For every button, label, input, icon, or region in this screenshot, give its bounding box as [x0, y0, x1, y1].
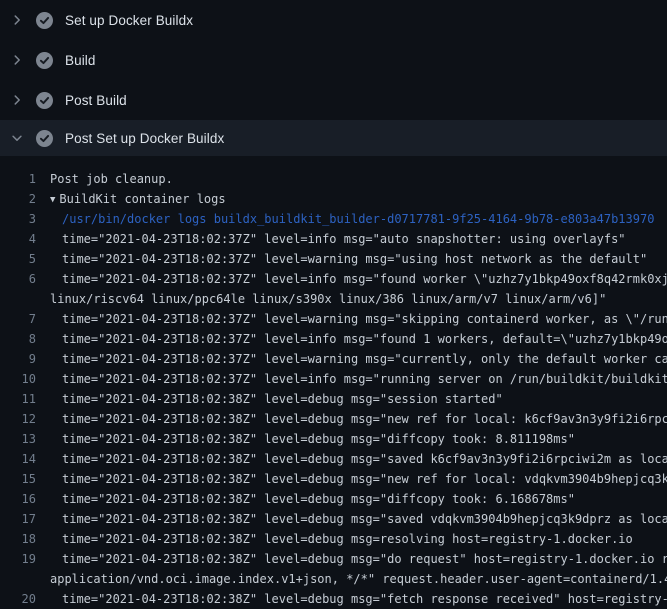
log-text: time="2021-04-23T18:02:38Z" level=debug …: [62, 449, 667, 469]
line-number[interactable]: 6: [0, 269, 36, 289]
line-number[interactable]: 5: [0, 249, 36, 269]
chevron-right-icon[interactable]: [9, 92, 25, 108]
log-line: 13 time="2021-04-23T18:02:38Z" level=debu…: [0, 429, 667, 449]
log-line: 19 time="2021-04-23T18:02:38Z" level=debu…: [0, 549, 667, 569]
step-title: Set up Docker Buildx: [65, 13, 193, 28]
chevron-down-icon[interactable]: [9, 130, 25, 146]
log-line: 11 time="2021-04-23T18:02:38Z" level=debu…: [0, 389, 667, 409]
log-line: 6 time="2021-04-23T18:02:37Z" level=info …: [0, 269, 667, 289]
group-title[interactable]: BuildKit container logs: [59, 192, 225, 206]
log-line: 7 time="2021-04-23T18:02:37Z" level=warni…: [0, 309, 667, 329]
log-text: time="2021-04-23T18:02:38Z" level=debug …: [62, 409, 667, 429]
log-line: application/vnd.oci.image.index.v1+json,…: [0, 569, 667, 589]
line-number[interactable]: 14: [0, 449, 36, 469]
log-text: time="2021-04-23T18:02:37Z" level=info m…: [62, 369, 667, 389]
check-circle-icon: [36, 52, 53, 69]
log-text: application/vnd.oci.image.index.v1+json,…: [50, 569, 667, 589]
log-text: time="2021-04-23T18:02:38Z" level=debug …: [62, 389, 503, 409]
log-line: 17 time="2021-04-23T18:02:38Z" level=debu…: [0, 509, 667, 529]
line-number: [0, 289, 36, 309]
log-text: time="2021-04-23T18:02:38Z" level=debug …: [62, 469, 667, 489]
line-number[interactable]: 8: [0, 329, 36, 349]
log-text: time="2021-04-23T18:02:37Z" level=info m…: [62, 229, 626, 249]
log-text: time="2021-04-23T18:02:38Z" level=debug …: [62, 429, 575, 449]
log-line: 10 time="2021-04-23T18:02:37Z" level=info…: [0, 369, 667, 389]
line-number[interactable]: 18: [0, 529, 36, 549]
log-text: linux/riscv64 linux/ppc64le linux/s390x …: [50, 289, 606, 309]
log-text: time="2021-04-23T18:02:38Z" level=debug …: [62, 509, 667, 529]
step-title: Post Build: [65, 93, 127, 108]
line-number[interactable]: 10: [0, 369, 36, 389]
step-header-build[interactable]: Build: [0, 40, 667, 80]
log-line: 1 Post job cleanup.: [0, 169, 667, 189]
log-line: 15 time="2021-04-23T18:02:38Z" level=debu…: [0, 469, 667, 489]
line-number[interactable]: 17: [0, 509, 36, 529]
log-text: time="2021-04-23T18:02:37Z" level=info m…: [62, 329, 667, 349]
line-number[interactable]: 15: [0, 469, 36, 489]
line-number[interactable]: 19: [0, 549, 36, 569]
line-number[interactable]: 3: [0, 209, 36, 229]
line-number[interactable]: 2: [0, 189, 36, 209]
step-header-set-up-docker-buildx[interactable]: Set up Docker Buildx: [0, 0, 667, 40]
line-number[interactable]: 12: [0, 409, 36, 429]
log-line: 9 time="2021-04-23T18:02:37Z" level=warni…: [0, 349, 667, 369]
log-line: 3/usr/bin/docker logs buildx_buildkit_bu…: [0, 209, 667, 229]
log-line: 18 time="2021-04-23T18:02:38Z" level=debu…: [0, 529, 667, 549]
log-text: time="2021-04-23T18:02:38Z" level=debug …: [62, 549, 667, 569]
log-text: Post job cleanup.: [50, 169, 173, 189]
log-text: ▼ BuildKit container logs: [50, 189, 226, 209]
log-line: 12 time="2021-04-23T18:02:38Z" level=debu…: [0, 409, 667, 429]
log-text: time="2021-04-23T18:02:37Z" level=info m…: [62, 269, 667, 289]
line-number[interactable]: 4: [0, 229, 36, 249]
line-number[interactable]: 13: [0, 429, 36, 449]
log-text: time="2021-04-23T18:02:37Z" level=warnin…: [62, 349, 667, 369]
log-line: 4 time="2021-04-23T18:02:37Z" level=info …: [0, 229, 667, 249]
log-text: time="2021-04-23T18:02:38Z" level=debug …: [62, 489, 575, 509]
step-title: Post Set up Docker Buildx: [65, 131, 224, 146]
check-circle-icon: [36, 130, 53, 147]
step-header-post-build[interactable]: Post Build: [0, 80, 667, 120]
step-header-post-set-up-docker-buildx[interactable]: Post Set up Docker Buildx: [0, 120, 667, 156]
log-line: 20 time="2021-04-23T18:02:38Z" level=debu…: [0, 589, 667, 609]
check-circle-icon: [36, 92, 53, 109]
step-title: Build: [65, 53, 96, 68]
log-line: 5 time="2021-04-23T18:02:37Z" level=warni…: [0, 249, 667, 269]
line-number[interactable]: 7: [0, 309, 36, 329]
log-line: 16 time="2021-04-23T18:02:38Z" level=debu…: [0, 489, 667, 509]
line-number[interactable]: 20: [0, 589, 36, 609]
chevron-right-icon[interactable]: [9, 12, 25, 28]
log-text: time="2021-04-23T18:02:37Z" level=warnin…: [62, 309, 667, 329]
line-number: [0, 569, 36, 589]
log-viewer: 1 Post job cleanup. 2 ▼ BuildKit container l…: [0, 156, 667, 609]
steps-list: Set up Docker Buildx Build Post Build Post …: [0, 0, 667, 156]
line-number[interactable]: 11: [0, 389, 36, 409]
log-line: linux/riscv64 linux/ppc64le linux/s390x …: [0, 289, 667, 309]
chevron-right-icon[interactable]: [9, 52, 25, 68]
log-text: time="2021-04-23T18:02:38Z" level=debug …: [62, 529, 633, 549]
log-command-text: /usr/bin/docker logs buildx_buildkit_bui…: [62, 209, 654, 229]
log-line: 14 time="2021-04-23T18:02:38Z" level=debu…: [0, 449, 667, 469]
log-text: time="2021-04-23T18:02:37Z" level=warnin…: [62, 249, 647, 269]
log-text: time="2021-04-23T18:02:38Z" level=debug …: [62, 589, 667, 609]
line-number[interactable]: 9: [0, 349, 36, 369]
log-line: 2 ▼ BuildKit container logs: [0, 189, 667, 209]
group-collapse-triangle-icon[interactable]: ▼: [50, 190, 55, 210]
log-line: 8 time="2021-04-23T18:02:37Z" level=info …: [0, 329, 667, 349]
check-circle-icon: [36, 12, 53, 29]
line-number[interactable]: 1: [0, 169, 36, 189]
line-number[interactable]: 16: [0, 489, 36, 509]
